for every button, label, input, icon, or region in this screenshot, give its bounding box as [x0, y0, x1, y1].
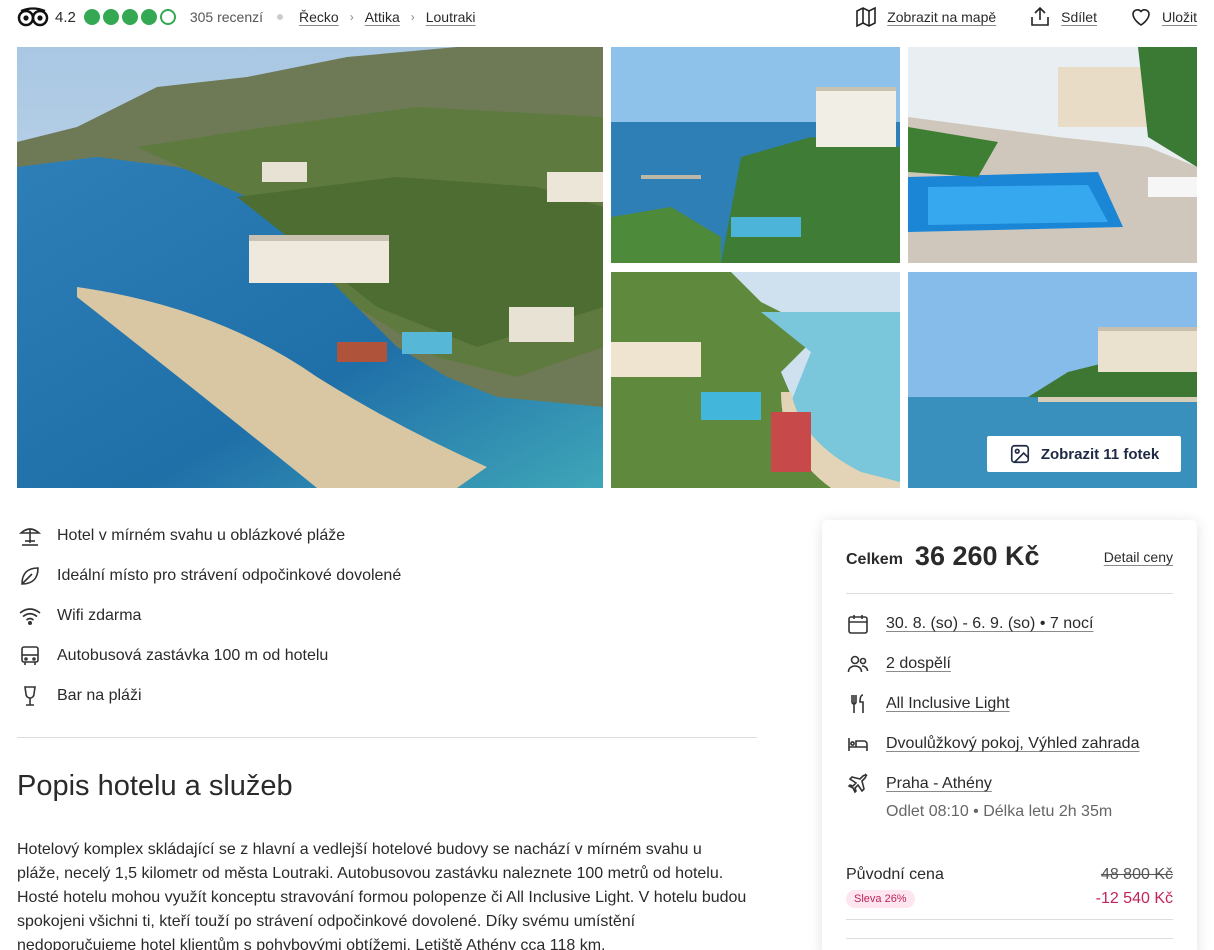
- trip-flight-route: Praha - Athény: [886, 775, 992, 792]
- bed-icon: [846, 732, 870, 756]
- feature-item: Ideální místo pro strávení odpočinkové d…: [17, 556, 757, 596]
- discount-badge: Sleva 26%: [846, 890, 915, 908]
- chevron-right-icon: ›: [349, 10, 354, 24]
- save-label: Uložit: [1161, 9, 1197, 25]
- card-divider: [846, 938, 1173, 939]
- tripadvisor-logo-icon: [17, 7, 49, 27]
- rating-bubble-filled: [102, 9, 119, 25]
- total-label: Celkem: [846, 550, 903, 568]
- calendar-icon: [846, 612, 870, 636]
- trip-board-label: All Inclusive Light: [886, 695, 1010, 712]
- trip-dates[interactable]: 30. 8. (so) - 6. 9. (so) • 7 nocí: [846, 612, 1173, 636]
- feature-label: Autobusová zastávka 100 m od hotelu: [57, 647, 329, 664]
- trip-flight-details: Odlet 08:10 • Délka letu 2h 35m: [886, 803, 1113, 820]
- airplane-icon: [846, 772, 870, 796]
- show-all-photos-button[interactable]: Zobrazit 11 fotek: [987, 436, 1181, 472]
- beach-umbrella-icon: [17, 523, 43, 549]
- trip-dates-label: 30. 8. (so) - 6. 9. (so) • 7 nocí: [886, 615, 1094, 632]
- image-icon: [1010, 444, 1029, 464]
- feature-label: Hotel v mírném svahu u oblázkové pláže: [57, 527, 346, 544]
- original-price-label: Původní cena: [846, 866, 944, 883]
- wifi-icon: [17, 603, 43, 629]
- heart-icon: [1132, 9, 1150, 26]
- show-map-label: Zobrazit na mapě: [887, 9, 997, 25]
- total-price: 36 260 Kč: [914, 541, 1040, 571]
- trip-room-label: Dvoulůžkový pokoj, Výhled zahrada: [886, 735, 1140, 752]
- hotel-features: Hotel v mírném svahu u oblázkové pláže I…: [17, 516, 757, 716]
- reviews-count[interactable]: 305 recenzí: [190, 9, 263, 25]
- price-card: Celkem 36 260 Kč Detail ceny 30. 8. (so)…: [822, 520, 1197, 950]
- trip-travelers[interactable]: 2 dospělí: [846, 652, 1173, 676]
- separator-dot: [277, 14, 284, 20]
- feature-label: Ideální místo pro strávení odpočinkové d…: [57, 567, 402, 584]
- trip-room[interactable]: Dvoulůžkový pokoj, Výhled zahrada: [846, 732, 1173, 756]
- rating-bubble-filled: [140, 9, 157, 25]
- header-actions: Zobrazit na mapě Sdílet Uložit: [854, 5, 1197, 29]
- show-map-button[interactable]: Zobrazit na mapě: [854, 5, 996, 29]
- breadcrumb-country[interactable]: Řecko: [299, 9, 339, 25]
- save-button[interactable]: Uložit: [1129, 5, 1197, 29]
- price-detail-link[interactable]: Detail ceny: [1104, 549, 1173, 565]
- people-icon: [846, 652, 870, 676]
- discount-row: Sleva 26% -12 540 Kč: [846, 890, 1173, 908]
- breadcrumb-region[interactable]: Attika: [365, 9, 400, 25]
- trip-travelers-label: 2 dospělí: [886, 655, 951, 672]
- trip-board[interactable]: All Inclusive Light: [846, 692, 1173, 716]
- gallery-main-photo[interactable]: [17, 47, 603, 488]
- gallery-photo-3[interactable]: [611, 272, 900, 488]
- feature-item: Wifi zdarma: [17, 596, 757, 636]
- total-price-row: Celkem 36 260 Kč Detail ceny: [846, 520, 1173, 594]
- share-icon: [1031, 6, 1049, 26]
- gallery-photo-1[interactable]: [611, 47, 900, 263]
- price-breakdown: Původní cena 48 800 Kč Sleva 26% -12 540…: [846, 866, 1173, 908]
- leaf-icon: [17, 563, 43, 589]
- breadcrumb-city[interactable]: Loutraki: [426, 9, 476, 25]
- original-price-row: Původní cena 48 800 Kč: [846, 866, 1173, 884]
- feature-item: Autobusová zastávka 100 m od hotelu: [17, 636, 757, 676]
- content-divider: [17, 737, 757, 738]
- rating-value: 4.2: [55, 8, 76, 26]
- section-title: Popis hotelu a služeb: [17, 770, 293, 802]
- feature-item: Hotel v mírném svahu u oblázkové pláže: [17, 516, 757, 556]
- chevron-right-icon: ›: [410, 10, 415, 24]
- rating-bubbles: [83, 9, 176, 25]
- top-bar: 4.2 305 recenzí Řecko › Attika › Loutrak…: [17, 0, 1197, 34]
- discount-amount: -12 540 Kč: [1095, 890, 1173, 907]
- breadcrumb: Řecko › Attika › Loutraki: [299, 9, 476, 25]
- feature-label: Wifi zdarma: [57, 607, 142, 624]
- share-label: Sdílet: [1061, 9, 1097, 25]
- rating-bubble-empty: [159, 9, 176, 25]
- show-all-photos-label: Zobrazit 11 fotek: [1040, 445, 1160, 463]
- original-price: 48 800 Kč: [1100, 866, 1173, 883]
- bus-icon: [17, 643, 43, 669]
- feature-item: Bar na pláži: [17, 676, 757, 716]
- share-button[interactable]: Sdílet: [1028, 5, 1097, 29]
- trip-flight[interactable]: Praha - Athény Odlet 08:10 • Délka letu …: [846, 772, 1173, 824]
- hotel-description: Hotelový komplex skládající se z hlavní …: [17, 841, 747, 950]
- cutlery-icon: [846, 692, 870, 716]
- rating-bubble-filled: [83, 9, 100, 25]
- map-icon: [856, 6, 877, 28]
- photo-gallery: Zobrazit 11 fotek: [17, 47, 1197, 488]
- wine-glass-icon: [17, 683, 43, 709]
- rating-bubble-filled: [121, 9, 138, 25]
- gallery-photo-2[interactable]: [908, 47, 1197, 263]
- feature-label: Bar na pláži: [57, 687, 142, 704]
